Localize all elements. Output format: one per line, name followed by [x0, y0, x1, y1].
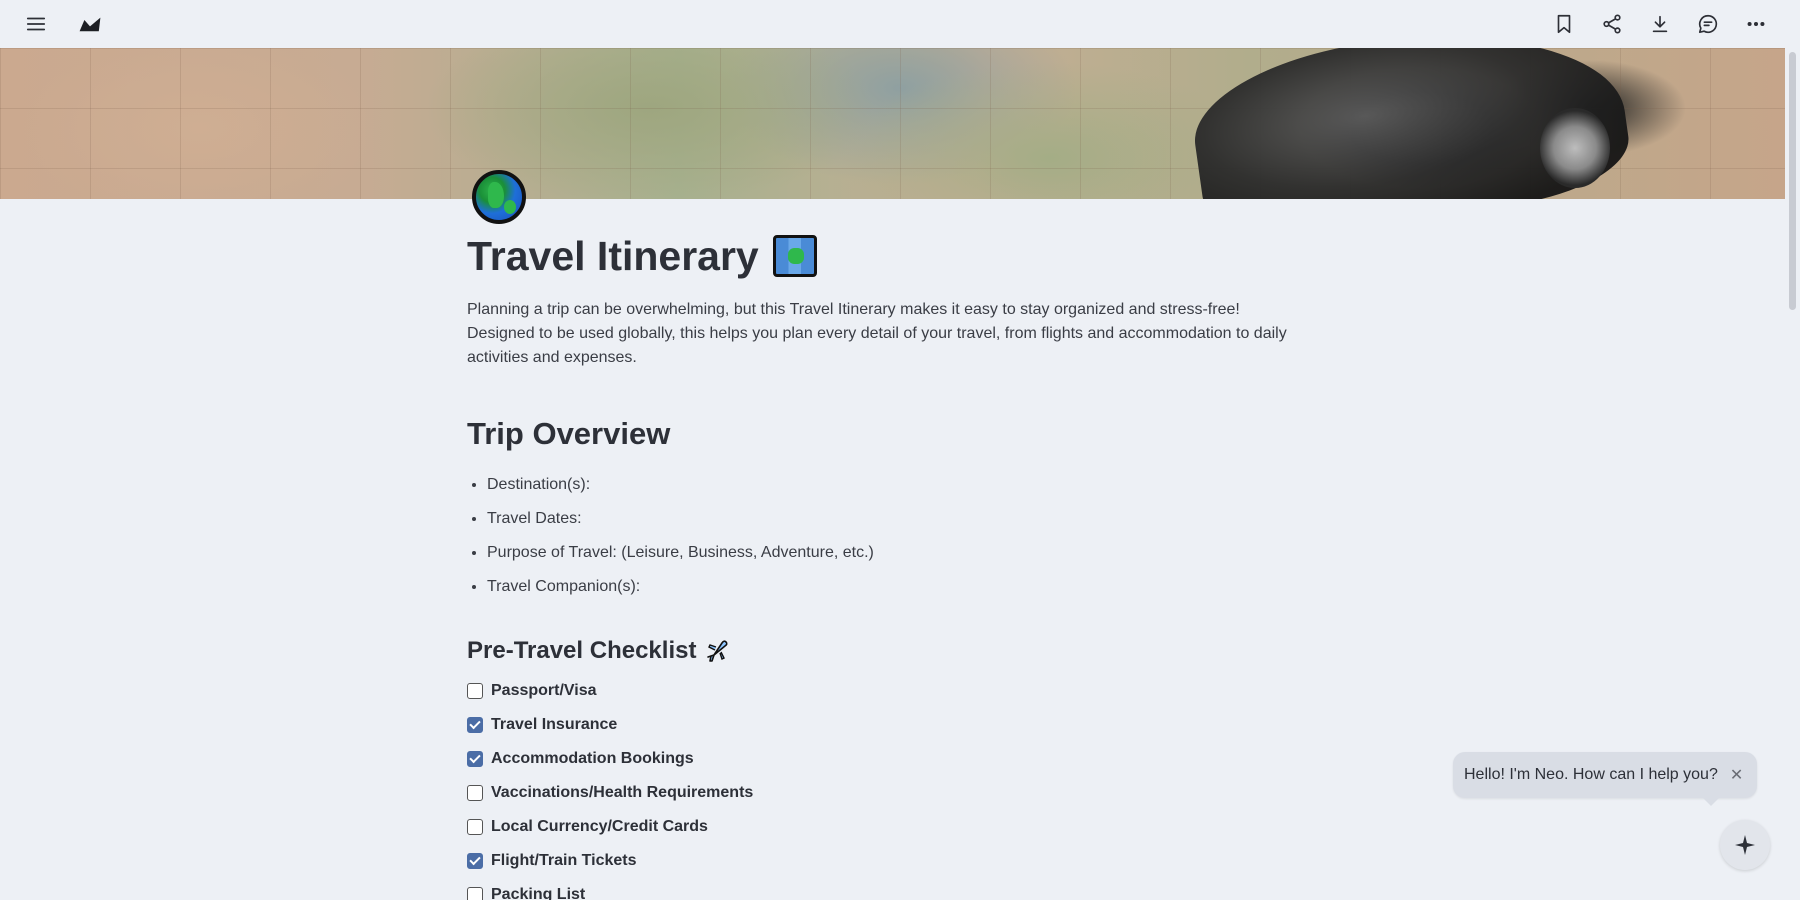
checklist-item: Flight/Train Tickets — [467, 844, 1307, 878]
assistant-greeting-text: Hello! I'm Neo. How can I help you? — [1464, 766, 1718, 783]
more-icon[interactable] — [1744, 12, 1768, 36]
comment-icon[interactable] — [1696, 12, 1720, 36]
bookmark-icon[interactable] — [1552, 12, 1576, 36]
close-icon[interactable]: ✕ — [1730, 765, 1743, 785]
assistant-button[interactable] — [1720, 820, 1770, 870]
vertical-scrollbar[interactable] — [1785, 48, 1800, 900]
pre-travel-checklist-heading: Pre-Travel Checklist — [467, 634, 1307, 668]
airplane-icon — [704, 637, 732, 665]
hamburger-icon[interactable] — [24, 12, 48, 36]
checklist-label: Flight/Train Tickets — [491, 852, 637, 869]
assistant-greeting-bubble[interactable]: Hello! I'm Neo. How can I help you? ✕ — [1453, 752, 1758, 806]
checklist-label: Packing List — [491, 886, 586, 900]
checklist-label: Local Currency/Credit Cards — [491, 818, 708, 835]
checkbox[interactable] — [467, 819, 483, 835]
download-icon[interactable] — [1648, 12, 1672, 36]
sparkle-icon — [1735, 835, 1755, 855]
checkbox[interactable] — [467, 887, 483, 900]
checklist-item: Packing List — [467, 878, 1307, 900]
page-title-text: Travel Itinerary — [467, 233, 759, 279]
checklist-item: Vaccinations/Health Requirements — [467, 776, 1307, 810]
page-content: Travel Itinerary Planning a trip can be … — [467, 226, 1307, 900]
scrollbar-thumb[interactable] — [1789, 52, 1796, 310]
map-icon — [772, 235, 817, 277]
intro-paragraph: Planning a trip can be overwhelming, but… — [467, 301, 1287, 366]
pre-travel-heading-text: Pre-Travel Checklist — [467, 637, 697, 664]
cover-image — [0, 48, 1785, 199]
list-item: Travel Dates: — [487, 502, 1307, 536]
top-toolbar — [0, 0, 1800, 48]
checkbox[interactable] — [467, 751, 483, 767]
checklist-label: Vaccinations/Health Requirements — [491, 784, 754, 801]
checkbox[interactable] — [467, 717, 483, 733]
checkbox[interactable] — [467, 785, 483, 801]
trip-overview-list: Destination(s): Travel Dates: Purpose of… — [467, 468, 1307, 604]
checklist-item: Accommodation Bookings — [467, 742, 1307, 776]
checklist-item: Local Currency/Credit Cards — [467, 810, 1307, 844]
checklist-item: Travel Insurance — [467, 708, 1307, 742]
checklist-label: Travel Insurance — [491, 716, 618, 733]
car-wheel-image — [1540, 108, 1610, 188]
app-logo[interactable] — [78, 12, 102, 36]
share-icon[interactable] — [1600, 12, 1624, 36]
pre-travel-checklist: Passport/Visa Travel Insurance Accommoda… — [467, 674, 1307, 900]
checklist-label: Passport/Visa — [491, 682, 597, 699]
toolbar-right — [1552, 12, 1776, 36]
checkbox[interactable] — [467, 853, 483, 869]
list-item: Travel Companion(s): — [487, 570, 1307, 604]
checkbox[interactable] — [467, 683, 483, 699]
globe-icon[interactable] — [472, 170, 526, 224]
page-title: Travel Itinerary — [467, 226, 1307, 286]
list-item: Destination(s): — [487, 468, 1307, 502]
checklist-label: Accommodation Bookings — [491, 750, 694, 767]
checklist-item: Passport/Visa — [467, 674, 1307, 708]
toolbar-left — [24, 12, 102, 36]
trip-overview-heading: Trip Overview — [467, 416, 671, 451]
list-item: Purpose of Travel: (Leisure, Business, A… — [487, 536, 1307, 570]
